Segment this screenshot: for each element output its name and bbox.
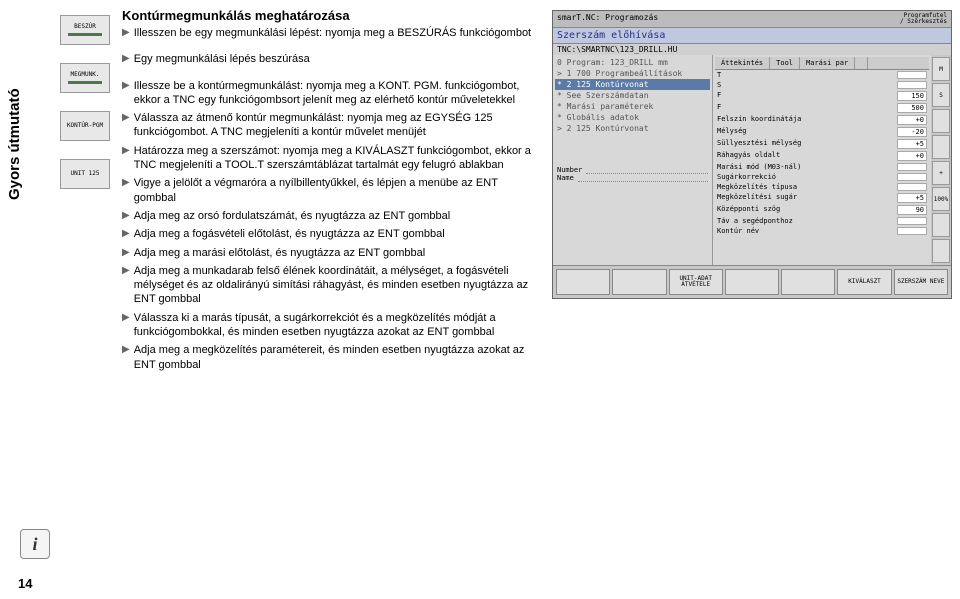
machining-icon	[68, 81, 102, 84]
instr-text: Adja meg a megközelítés paramétereit, és…	[134, 343, 537, 372]
instr-text: Vigye a jelölőt a végmaróra a nyílbillen…	[134, 176, 537, 205]
instr-text: Határozza meg a szerszámot: nyomja meg a…	[134, 144, 537, 173]
softkey[interactable]	[781, 269, 835, 295]
icon-label: MEGMUNK.	[71, 72, 100, 79]
insert-icon	[68, 33, 102, 36]
list-arrow-icon: ▶	[122, 246, 130, 259]
cnc-prog-line: * Marási paraméterek	[555, 101, 710, 112]
cnc-program-list: 0 Program: 123_DRILL mm > 1 700 Programb…	[553, 55, 713, 265]
cnc-subtitle: Szerszám előhívása	[553, 28, 951, 44]
unit-125-button[interactable]: UNIT 125	[60, 159, 110, 189]
name-label: Name	[557, 174, 574, 182]
instr-text: Illesszen be egy megmunkálási lépést: ny…	[134, 26, 537, 40]
icon-label: BESZÚR	[74, 24, 96, 31]
cnc-side-btn[interactable]: 100%	[932, 187, 950, 211]
cnc-titlebar: smarT.NC: Programozás Programfutel/ Szer…	[553, 11, 951, 28]
list-arrow-icon: ▶	[122, 343, 130, 356]
softkey[interactable]	[556, 269, 610, 295]
list-arrow-icon: ▶	[122, 227, 130, 240]
icon-label: KONTÚR-PGM	[67, 123, 103, 130]
info-icon: i	[20, 529, 50, 559]
tab-overview[interactable]: Áttekintés	[715, 57, 770, 69]
list-arrow-icon: ▶	[122, 209, 130, 222]
list-arrow-icon: ▶	[122, 79, 130, 92]
cnc-screenshot: smarT.NC: Programozás Programfutel/ Szer…	[552, 10, 952, 299]
number-label: Number	[557, 166, 582, 174]
kontur-pgm-button[interactable]: KONTÚR-PGM	[60, 111, 110, 141]
softkey[interactable]: SZERSZÁM NEVE	[894, 269, 948, 295]
instr-text: Válassza az átmenő kontúr megmunkálást: …	[134, 111, 537, 140]
cnc-right-buttons: M S + 100%	[931, 55, 951, 265]
cnc-side-btn[interactable]	[932, 109, 950, 133]
cnc-mode-label: Programfutel/ Szerkesztés	[900, 13, 947, 25]
beszur-button[interactable]: BESZÚR	[60, 15, 110, 45]
megmunk-button[interactable]: MEGMUNK.	[60, 63, 110, 93]
page-sidebar-label: Gyors útmutató	[6, 88, 23, 200]
tab-scroll[interactable]	[855, 57, 868, 69]
section-title: Kontúrmegmunkálás meghatározása	[122, 8, 537, 23]
cnc-prog-line: * Globális adatok	[555, 112, 710, 123]
cnc-side-btn[interactable]	[932, 135, 950, 159]
cnc-prog-line-selected[interactable]: * 2 125 Kontúrvonat	[555, 79, 710, 90]
cnc-softkey-row: UNIT-ADAT ÁTVÉTELE KIVÁLASZT SZERSZÁM NE…	[553, 265, 951, 298]
list-arrow-icon: ▶	[122, 311, 130, 324]
cnc-side-btn[interactable]	[932, 239, 950, 263]
instr-text: Egy megmunkálási lépés beszúrása	[134, 52, 537, 66]
list-arrow-icon: ▶	[122, 52, 130, 65]
instr-text: Adja meg a munkadarab felső élének koord…	[134, 264, 537, 307]
softkey[interactable]	[612, 269, 666, 295]
cnc-title-text: smarT.NC: Programozás	[557, 13, 658, 25]
cnc-path: TNC:\SMARTNC\123_DRILL.HU	[557, 45, 677, 54]
list-arrow-icon: ▶	[122, 144, 130, 157]
instr-text: Válassza ki a marás típusát, a sugárkorr…	[134, 311, 537, 340]
icon-label: UNIT 125	[71, 171, 100, 178]
instr-text: Illessze be a kontúrmegmunkálást: nyomja…	[134, 79, 537, 108]
softkey[interactable]: UNIT-ADAT ÁTVÉTELE	[669, 269, 723, 295]
cnc-prog-line: 0 Program: 123_DRILL mm	[555, 57, 710, 68]
step-icons: BESZÚR MEGMUNK. KONTÚR-PGM UNIT 125	[60, 15, 112, 189]
page-number: 14	[18, 576, 32, 591]
tab-mill[interactable]: Marási par	[800, 57, 855, 69]
cnc-prog-line: * See Szerszámdatan	[555, 90, 710, 101]
softkey[interactable]: KIVÁLASZT	[837, 269, 891, 295]
softkey[interactable]	[725, 269, 779, 295]
instr-text: Adja meg a marási előtolást, és nyugtázz…	[134, 246, 537, 260]
cnc-path-row: TNC:\SMARTNC\123_DRILL.HU	[553, 44, 951, 55]
tab-tool[interactable]: Tool	[770, 57, 800, 69]
cnc-prog-line: > 2 125 Kontúrvonat	[555, 123, 710, 134]
cnc-prog-line: > 1 700 Programbeállítások	[555, 68, 710, 79]
instruction-column: Kontúrmegmunkálás meghatározása ▶ Illessz…	[122, 8, 537, 376]
cnc-side-btn[interactable]: M	[932, 57, 950, 81]
instr-text: Adja meg az orsó fordulatszámát, és nyug…	[134, 209, 537, 223]
list-arrow-icon: ▶	[122, 111, 130, 124]
cnc-side-btn[interactable]: +	[932, 161, 950, 185]
list-arrow-icon: ▶	[122, 26, 130, 39]
list-arrow-icon: ▶	[122, 264, 130, 277]
instr-text: Adja meg a fogásvételi előtolást, és nyu…	[134, 227, 537, 241]
list-arrow-icon: ▶	[122, 176, 130, 189]
cnc-tabs: Áttekintés Tool Marási par	[715, 57, 929, 70]
cnc-side-btn[interactable]	[932, 213, 950, 237]
cnc-params: Áttekintés Tool Marási par T S F150 F500…	[713, 55, 931, 265]
cnc-side-btn[interactable]: S	[932, 83, 950, 107]
